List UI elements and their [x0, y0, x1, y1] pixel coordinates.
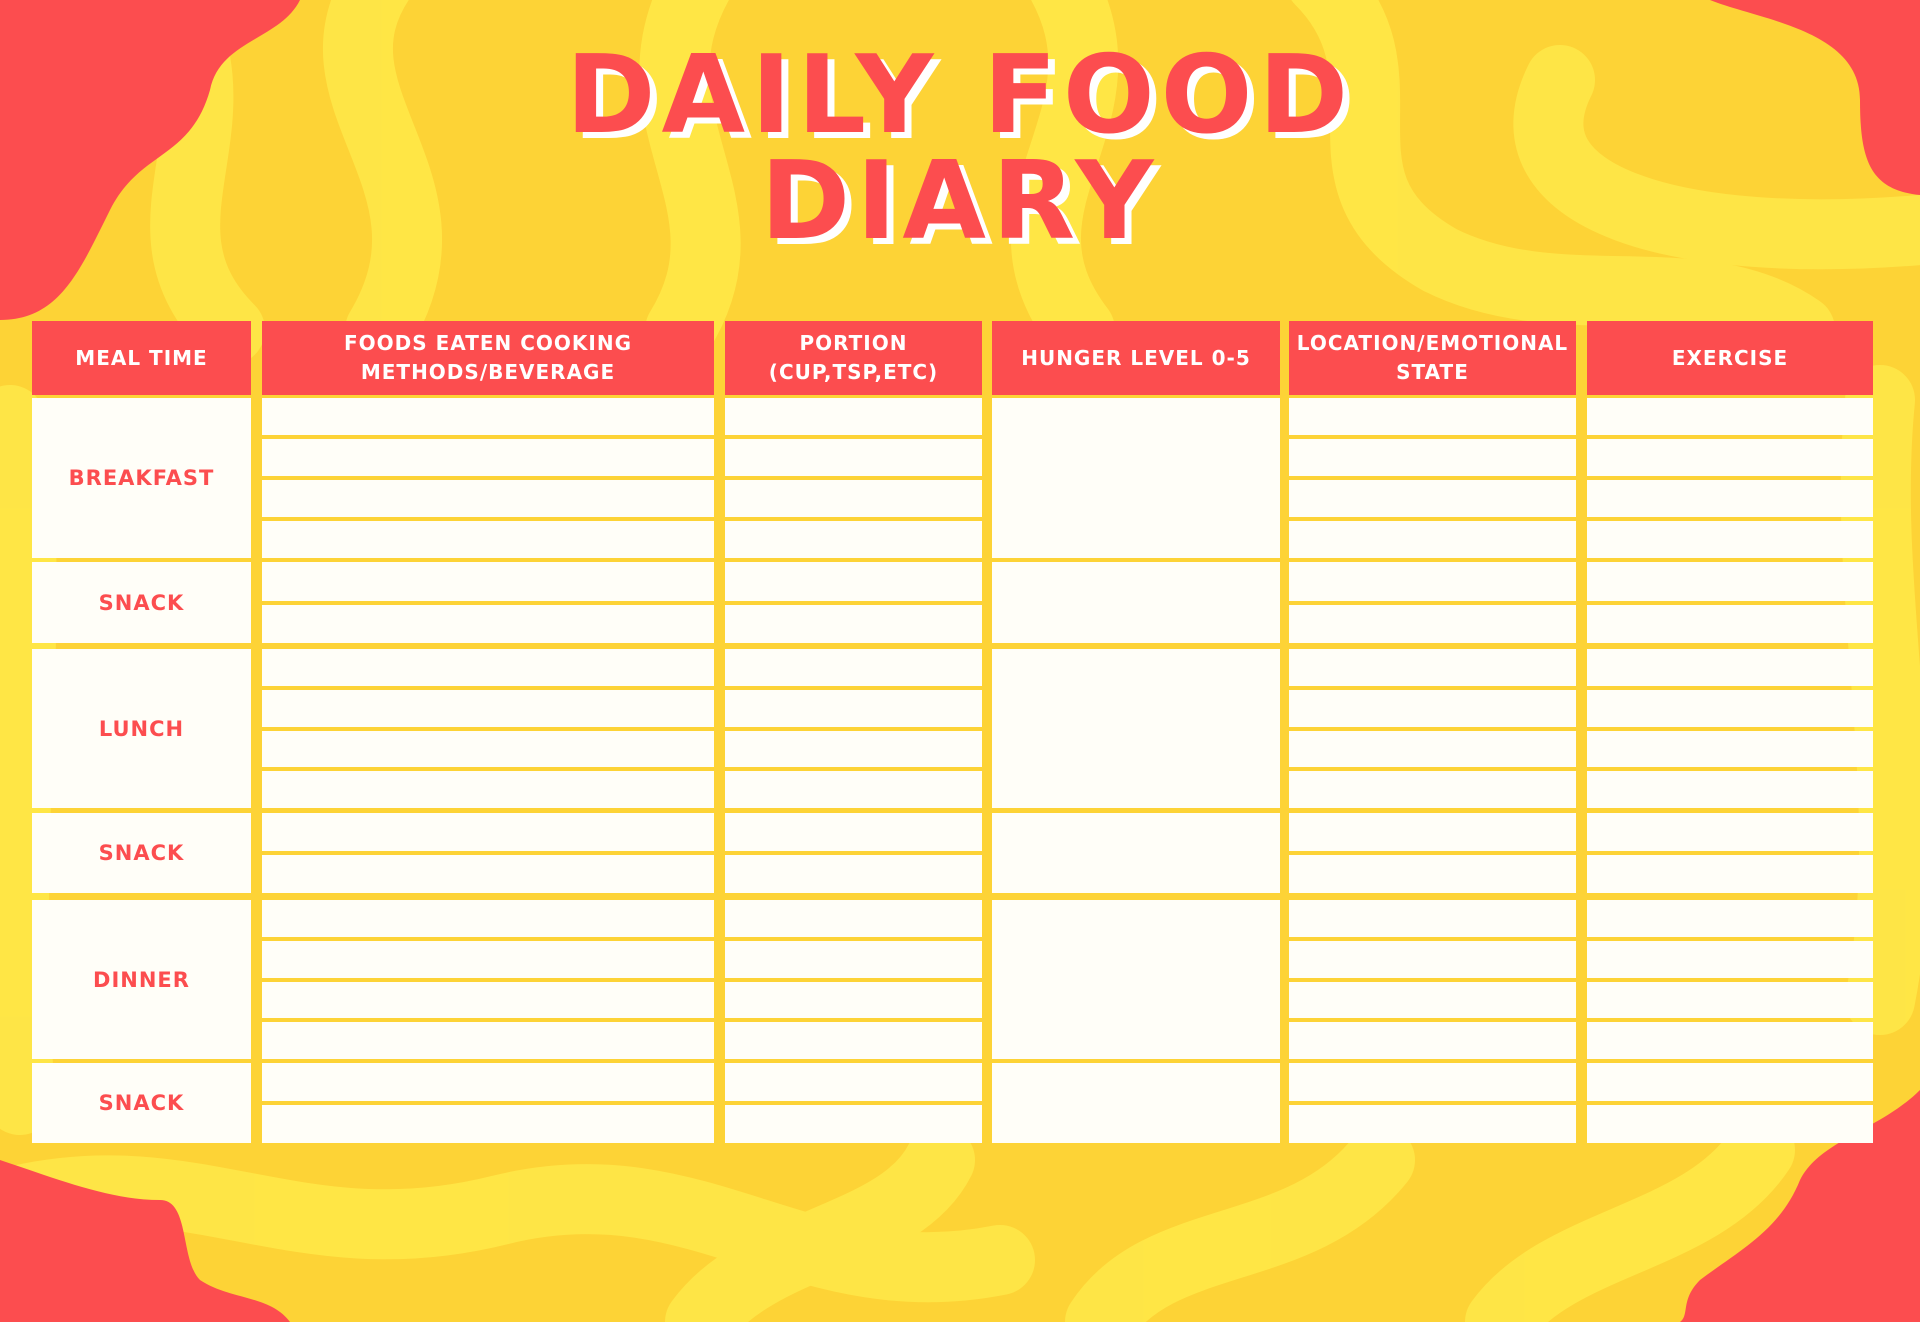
- header-hunger-level: HUNGER LEVEL 0-5: [992, 321, 1280, 395]
- portion-entry-line[interactable]: [725, 398, 982, 435]
- exercise-entry-line[interactable]: [1587, 649, 1873, 686]
- location-emotional-entry-line[interactable]: [1289, 855, 1576, 893]
- foods-eaten-entry-line[interactable]: [262, 649, 714, 686]
- page-title-line-2: DIARY: [760, 139, 1160, 264]
- location-emotional-entry-line[interactable]: [1289, 730, 1576, 768]
- location-emotional-entry-line[interactable]: [1289, 1022, 1576, 1059]
- page-title-line-1: DAILY FOOD: [565, 33, 1355, 158]
- foods-eaten-entry-line[interactable]: [262, 730, 714, 768]
- exercise-entry-line[interactable]: [1587, 480, 1873, 517]
- exercise-entry-line[interactable]: [1587, 439, 1873, 476]
- exercise-entry-line[interactable]: [1587, 981, 1873, 1019]
- exercise-entry-line[interactable]: [1587, 900, 1873, 937]
- portion-entry-line[interactable]: [725, 439, 982, 476]
- location-emotional-entry-line[interactable]: [1289, 604, 1576, 643]
- foods-eaten-entry-line[interactable]: [262, 439, 714, 476]
- location-emotional-entry-line[interactable]: [1289, 1063, 1576, 1101]
- exercise-entry-line[interactable]: [1587, 398, 1873, 435]
- portion-entry-line[interactable]: [725, 1105, 982, 1143]
- header-foods-eaten: FOODS EATEN COOKING METHODS/BEVERAGE: [262, 321, 714, 395]
- location-emotional-entry-line[interactable]: [1289, 981, 1576, 1019]
- meal-label: LUNCH: [98, 716, 185, 741]
- meal-label: SNACK: [98, 1091, 185, 1115]
- location-emotional-entry-line[interactable]: [1289, 439, 1576, 476]
- hunger-level-input[interactable]: [992, 900, 1280, 1059]
- location-emotional-entry-line[interactable]: [1289, 900, 1576, 937]
- foods-eaten-entry-line[interactable]: [262, 480, 714, 517]
- hunger-level-input[interactable]: [992, 562, 1280, 643]
- foods-eaten-entry-line[interactable]: [262, 900, 714, 937]
- exercise-entry-line[interactable]: [1587, 521, 1873, 558]
- portion-entry-line[interactable]: [725, 1022, 982, 1059]
- exercise-entry-line[interactable]: [1587, 562, 1873, 601]
- portion-entry-line[interactable]: [725, 981, 982, 1019]
- portion-entry-line[interactable]: [725, 480, 982, 517]
- meal-label: SNACK: [98, 590, 185, 615]
- hunger-level-input[interactable]: [992, 1063, 1280, 1143]
- exercise-entry-line[interactable]: [1587, 813, 1873, 851]
- header-exercise: EXERCISE: [1587, 321, 1873, 395]
- portion-entry-line[interactable]: [725, 813, 982, 851]
- header-meal-time: MEAL TIME: [32, 321, 251, 395]
- portion-entry-line[interactable]: [725, 940, 982, 978]
- location-emotional-entry-line[interactable]: [1289, 689, 1576, 727]
- foods-eaten-entry-line[interactable]: [262, 1063, 714, 1101]
- hunger-level-input[interactable]: [992, 813, 1280, 893]
- foods-eaten-entry-line[interactable]: [262, 562, 714, 601]
- foods-eaten-entry-line[interactable]: [262, 771, 714, 808]
- hunger-level-input[interactable]: [992, 398, 1280, 558]
- location-emotional-entry-line[interactable]: [1289, 940, 1576, 978]
- portion-entry-line[interactable]: [725, 730, 982, 768]
- location-emotional-entry-line[interactable]: [1289, 398, 1576, 435]
- location-emotional-entry-line[interactable]: [1289, 562, 1576, 601]
- header-portion: PORTION (CUP,TSP,ETC): [725, 321, 982, 395]
- foods-eaten-entry-line[interactable]: [262, 1105, 714, 1143]
- exercise-entry-line[interactable]: [1587, 1022, 1873, 1059]
- portion-entry-line[interactable]: [725, 689, 982, 727]
- portion-entry-line[interactable]: [725, 562, 982, 601]
- meal-label: SNACK: [98, 841, 185, 865]
- foods-eaten-entry-line[interactable]: [262, 1022, 714, 1059]
- location-emotional-entry-line[interactable]: [1289, 521, 1576, 558]
- hunger-level-input[interactable]: [992, 649, 1280, 808]
- exercise-entry-line[interactable]: [1587, 730, 1873, 768]
- meal-label: BREAKFAST: [68, 466, 215, 490]
- location-emotional-entry-line[interactable]: [1289, 1105, 1576, 1143]
- portion-entry-line[interactable]: [725, 604, 982, 643]
- location-emotional-entry-line[interactable]: [1289, 480, 1576, 517]
- foods-eaten-entry-line[interactable]: [262, 604, 714, 643]
- exercise-entry-line[interactable]: [1587, 855, 1873, 893]
- exercise-entry-line[interactable]: [1587, 1063, 1873, 1101]
- foods-eaten-entry-line[interactable]: [262, 855, 714, 893]
- location-emotional-entry-line[interactable]: [1289, 649, 1576, 686]
- exercise-entry-line[interactable]: [1587, 689, 1873, 727]
- portion-entry-line[interactable]: [725, 649, 982, 686]
- location-emotional-entry-line[interactable]: [1289, 771, 1576, 808]
- portion-entry-line[interactable]: [725, 900, 982, 937]
- exercise-entry-line[interactable]: [1587, 940, 1873, 978]
- portion-entry-line[interactable]: [725, 521, 982, 558]
- foods-eaten-entry-line[interactable]: [262, 689, 714, 727]
- foods-eaten-entry-line[interactable]: [262, 981, 714, 1019]
- location-emotional-entry-line[interactable]: [1289, 813, 1576, 851]
- exercise-entry-line[interactable]: [1587, 604, 1873, 643]
- meal-label: DINNER: [93, 967, 190, 992]
- foods-eaten-entry-line[interactable]: [262, 398, 714, 435]
- portion-entry-line[interactable]: [725, 1063, 982, 1101]
- foods-eaten-entry-line[interactable]: [262, 521, 714, 558]
- exercise-entry-line[interactable]: [1587, 771, 1873, 808]
- header-location-emotional: LOCATION/EMOTIONAL STATE: [1289, 321, 1576, 395]
- foods-eaten-entry-line[interactable]: [262, 813, 714, 851]
- exercise-entry-line[interactable]: [1587, 1105, 1873, 1143]
- foods-eaten-entry-line[interactable]: [262, 940, 714, 978]
- portion-entry-line[interactable]: [725, 855, 982, 893]
- portion-entry-line[interactable]: [725, 771, 982, 808]
